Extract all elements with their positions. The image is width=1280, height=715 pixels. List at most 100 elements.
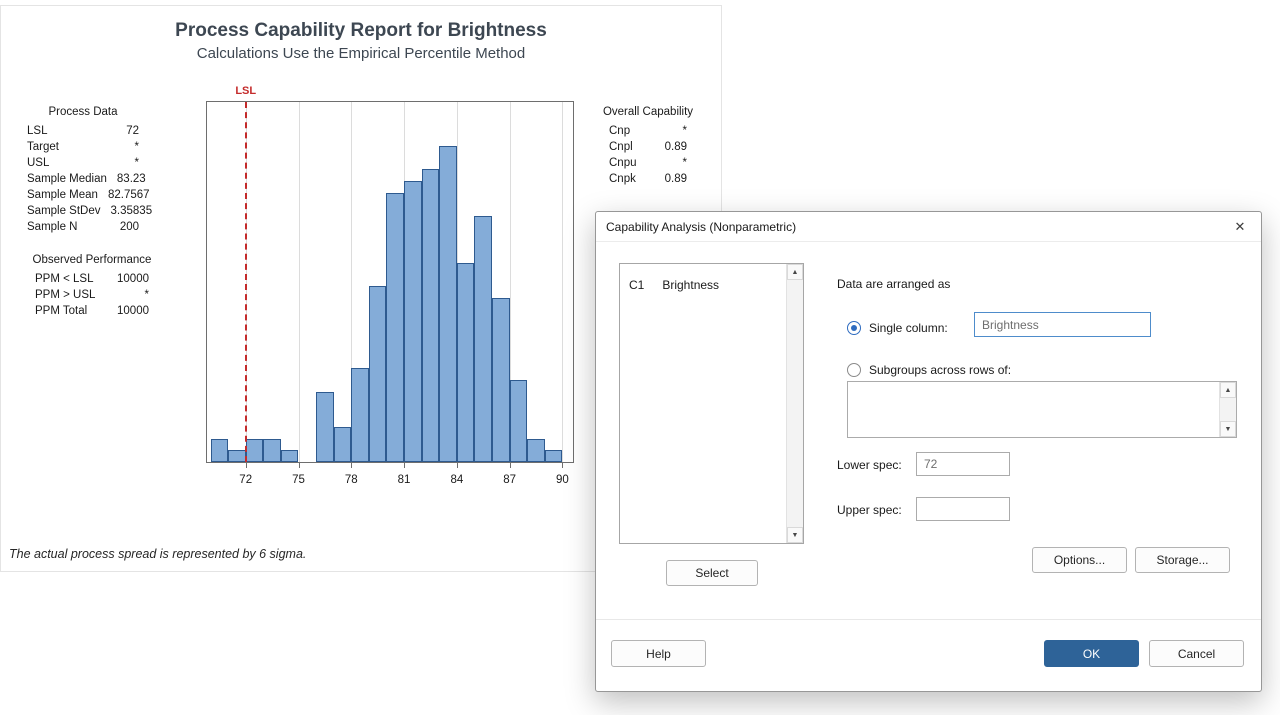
subgroups-scrollbar[interactable]: ▲ ▼ <box>1219 382 1236 437</box>
x-tick-mark <box>299 463 300 468</box>
overall-capability-label: Cnp <box>609 123 630 139</box>
scroll-up-icon[interactable]: ▲ <box>1220 382 1236 398</box>
x-tick-mark <box>562 463 563 468</box>
overall-capability-label: Cnpk <box>609 171 636 187</box>
observed-performance-panel: Observed Performance PPM < LSL10000PPM >… <box>35 254 149 319</box>
overall-capability-row: Cnp * <box>609 123 687 139</box>
subgroups-input[interactable]: ▲ ▼ <box>847 381 1237 438</box>
x-tick-label: 87 <box>503 474 516 486</box>
histogram-bar <box>404 181 422 462</box>
lsl-label: LSL <box>235 85 256 97</box>
dialog-separator <box>596 619 1261 620</box>
process-data-row: USL * <box>27 155 139 171</box>
subgroups-radio-row: Subgroups across rows of: <box>847 357 1011 382</box>
histogram-plot: 72757881848790LSL <box>206 101 574 463</box>
subgroups-label[interactable]: Subgroups across rows of: <box>869 363 1011 377</box>
process-data-label: Sample Median <box>27 171 107 187</box>
report-subtitle: Calculations Use the Empirical Percentil… <box>1 45 721 62</box>
options-button[interactable]: Options... <box>1032 547 1127 573</box>
overall-capability-value: * <box>683 123 687 139</box>
select-button[interactable]: Select <box>666 560 758 586</box>
overall-capability-value: 0.89 <box>665 139 687 155</box>
histogram-bar <box>334 427 352 462</box>
report-footnote: The actual process spread is represented… <box>9 547 306 561</box>
single-column-input[interactable] <box>974 312 1151 337</box>
process-data-value: 82.7567 <box>108 187 150 203</box>
x-tick-label: 90 <box>556 474 569 486</box>
histogram-bar <box>492 298 510 462</box>
histogram-bar <box>422 169 440 462</box>
observed-performance-heading: Observed Performance <box>33 254 152 266</box>
overall-capability-label: Cnpl <box>609 139 633 155</box>
process-data-panel: Process Data LSL72Target*USL*Sample Medi… <box>27 106 139 235</box>
observed-performance-row: PPM > USL* <box>35 287 149 303</box>
process-data-value: * <box>135 155 139 171</box>
x-tick-label: 81 <box>398 474 411 486</box>
overall-capability-row: Cnpk0.89 <box>609 171 687 187</box>
help-button[interactable]: Help <box>611 640 706 667</box>
process-data-value: * <box>135 139 139 155</box>
gridline <box>562 102 563 462</box>
histogram-bar <box>351 368 369 462</box>
capability-analysis-dialog: Capability Analysis (Nonparametric) ✕ C1… <box>595 211 1262 692</box>
histogram-bar <box>316 392 334 462</box>
overall-capability-panel: Overall Capability Cnp*Cnpl0.89Cnpu*Cnpk… <box>609 106 687 187</box>
x-tick-mark <box>510 463 511 468</box>
x-tick-mark <box>404 463 405 468</box>
process-data-label: USL <box>27 155 49 171</box>
process-data-row: Target * <box>27 139 139 155</box>
process-data-row: Sample Mean82.7567 <box>27 187 139 203</box>
listbox-scrollbar[interactable]: ▲ ▼ <box>786 264 803 543</box>
overall-capability-label: Cnpu <box>609 155 637 171</box>
observed-performance-label: PPM Total <box>35 303 87 319</box>
observed-performance-label: PPM < LSL <box>35 271 94 287</box>
x-tick-mark <box>457 463 458 468</box>
histogram-bar <box>545 450 563 462</box>
single-column-radio-row: Single column: <box>847 315 948 340</box>
histogram-bar <box>386 193 404 462</box>
process-data-value: 72 <box>126 123 139 139</box>
histogram-bar <box>527 439 545 462</box>
observed-performance-label: PPM > USL <box>35 287 95 303</box>
x-tick-mark <box>246 463 247 468</box>
x-tick-label: 75 <box>292 474 305 486</box>
lower-spec-input[interactable] <box>916 452 1010 476</box>
overall-capability-heading: Overall Capability <box>603 106 693 118</box>
process-data-label: Sample N <box>27 219 78 235</box>
process-data-label: Sample Mean <box>27 187 98 203</box>
observed-performance-row: PPM < LSL 10000 <box>35 271 149 287</box>
desktop: Process Capability Report for Brightness… <box>0 0 1280 715</box>
histogram-bar <box>281 450 299 462</box>
single-column-label[interactable]: Single column: <box>869 321 948 335</box>
subgroups-radio[interactable] <box>847 363 861 377</box>
x-tick-label: 78 <box>345 474 358 486</box>
report-title: Process Capability Report for Brightness <box>1 20 721 42</box>
process-data-label: Target <box>27 139 59 155</box>
lsl-reference-line <box>245 102 247 462</box>
histogram-bar <box>263 439 281 462</box>
scroll-down-icon[interactable]: ▼ <box>1220 421 1236 437</box>
process-data-heading: Process Data <box>48 106 117 118</box>
scroll-down-icon[interactable]: ▼ <box>787 527 803 543</box>
arranged-as-label: Data are arranged as <box>837 277 950 291</box>
cancel-button[interactable]: Cancel <box>1149 640 1244 667</box>
column-name: Brightness <box>662 278 719 292</box>
upper-spec-input[interactable] <box>916 497 1010 521</box>
ok-button[interactable]: OK <box>1044 640 1139 667</box>
storage-button[interactable]: Storage... <box>1135 547 1230 573</box>
x-tick-label: 72 <box>239 474 252 486</box>
scroll-up-icon[interactable]: ▲ <box>787 264 803 280</box>
observed-performance-rows: PPM < LSL 10000PPM > USL*PPM Total 10000 <box>35 271 149 319</box>
process-data-value: 83.23 <box>117 171 146 187</box>
column-list-item[interactable]: C1 Brightness <box>620 270 803 300</box>
histogram-bar <box>439 146 457 462</box>
process-data-label: Sample StDev <box>27 203 101 219</box>
lower-spec-label: Lower spec: <box>837 458 902 472</box>
gridline <box>299 102 300 462</box>
column-listbox[interactable]: C1 Brightness ▲ ▼ <box>619 263 804 544</box>
histogram-bar <box>228 450 246 462</box>
close-icon[interactable]: ✕ <box>1219 212 1261 241</box>
single-column-radio[interactable] <box>847 321 861 335</box>
observed-performance-value: 10000 <box>117 271 149 287</box>
process-data-value: 3.35835 <box>111 203 153 219</box>
